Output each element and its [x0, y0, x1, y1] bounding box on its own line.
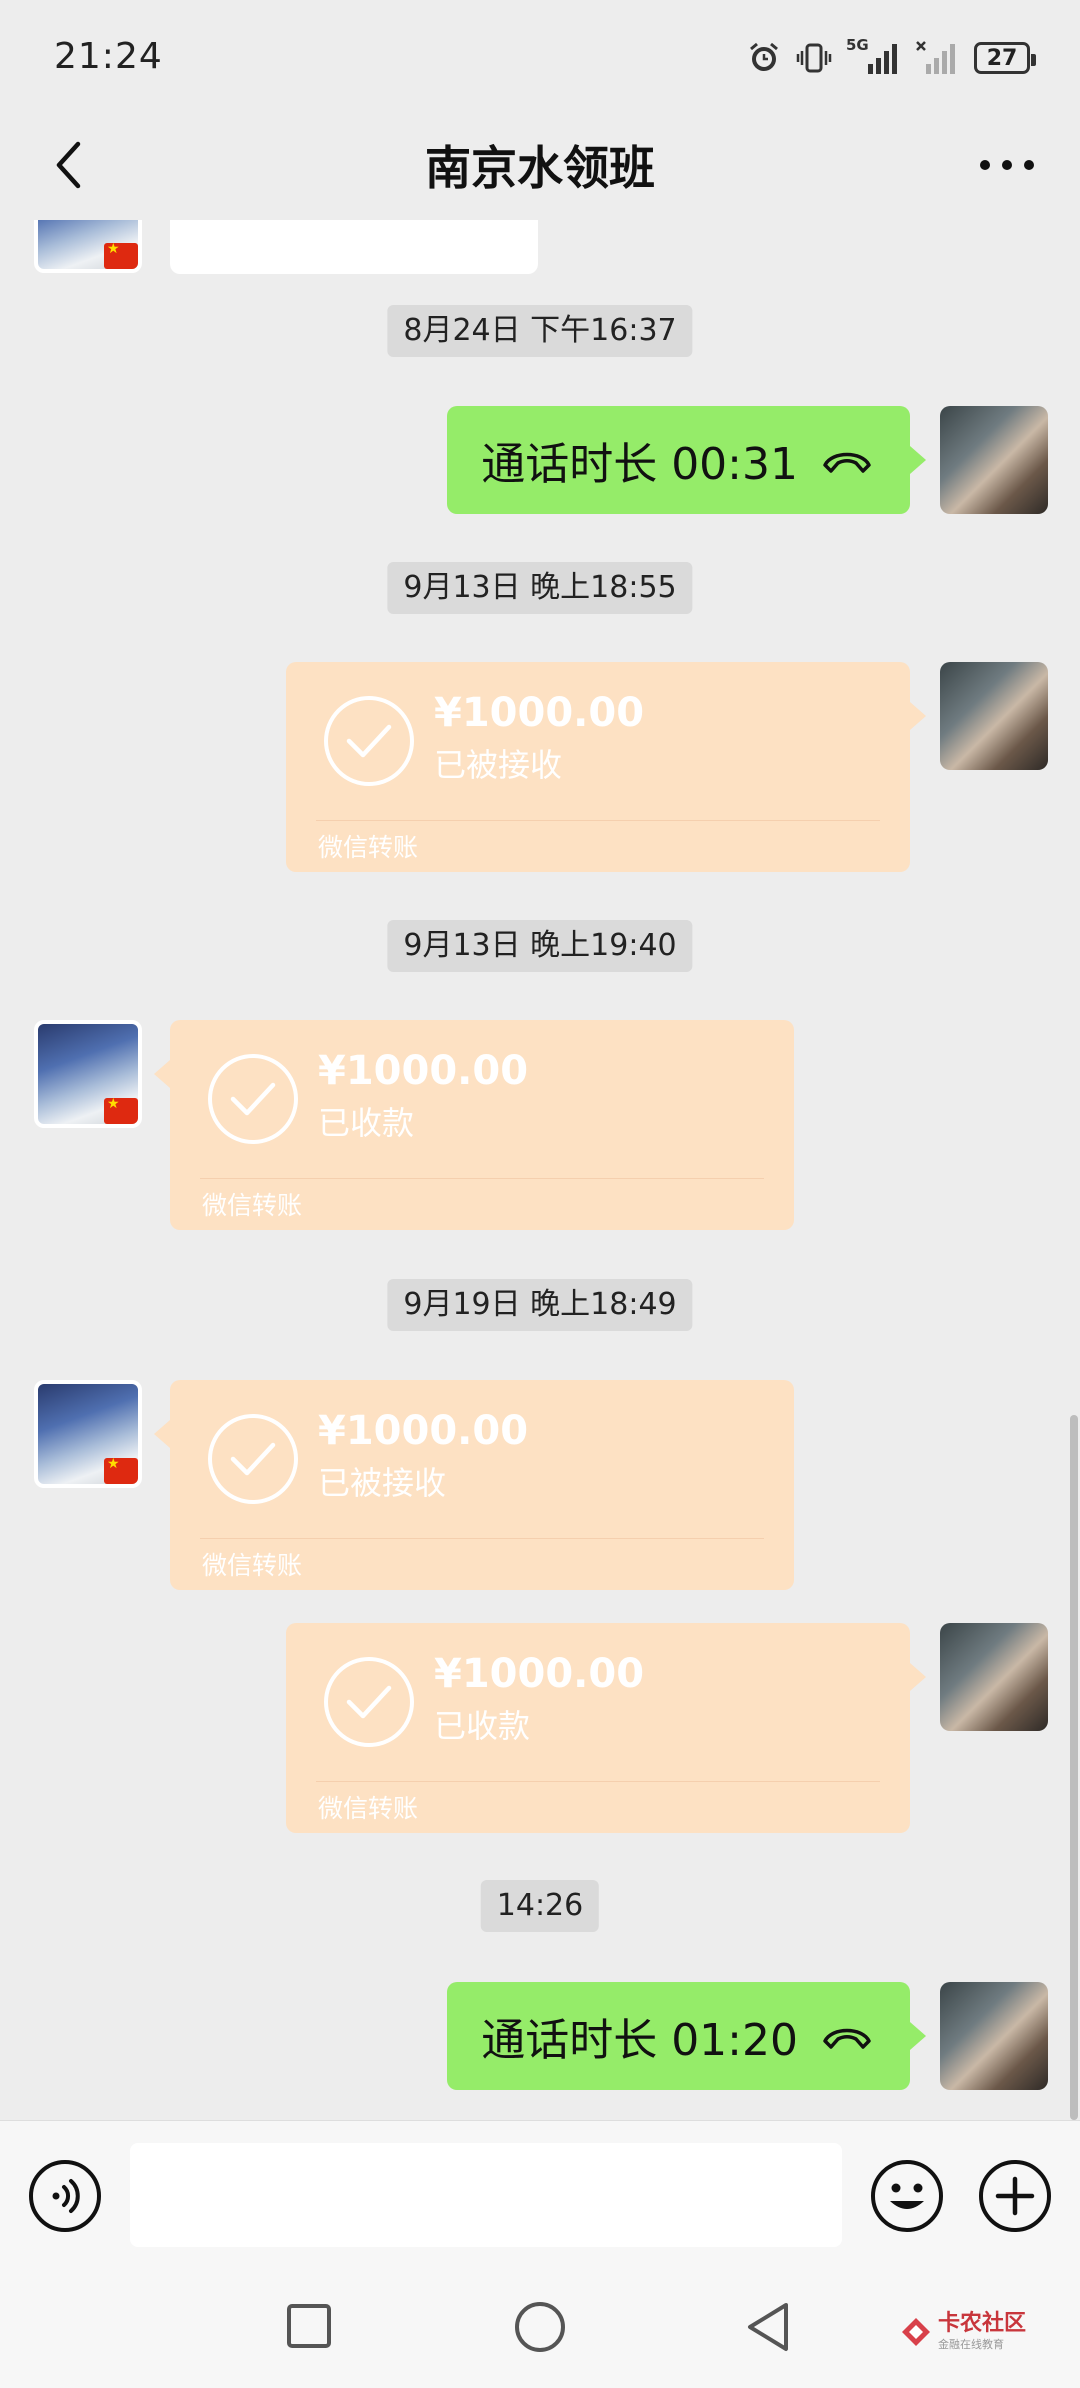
status-icons: 5G 27	[746, 36, 1036, 78]
check-circle-icon	[324, 1657, 414, 1747]
timestamp: 9月13日 晚上18:55	[387, 562, 693, 614]
transfer-label: 微信转账	[318, 1794, 419, 1823]
chat-title: 南京水领班	[425, 141, 655, 195]
signal-off-icon	[916, 41, 955, 74]
call-duration-text: 通话时长 00:31	[481, 439, 798, 490]
my-avatar[interactable]	[940, 406, 1048, 514]
call-bubble[interactable]: 通话时长 01:20	[447, 1982, 926, 2090]
transfer-label: 微信转账	[202, 1551, 303, 1580]
voice-input-icon[interactable]	[28, 2159, 102, 2233]
contact-avatar[interactable]	[34, 220, 142, 273]
battery-icon: 27	[974, 42, 1036, 74]
alarm-icon	[750, 42, 778, 71]
more-dots-icon	[980, 160, 1034, 170]
transfer-status: 已被接收	[318, 1464, 447, 1502]
divider	[316, 1781, 880, 1782]
check-circle-icon	[208, 1054, 298, 1144]
divider	[316, 820, 880, 821]
transfer-bubble[interactable]: ¥1000.00 已被接收 微信转账	[286, 662, 926, 872]
transfer-status: 已收款	[434, 1707, 531, 1745]
transfer-label: 微信转账	[318, 833, 419, 862]
message-input[interactable]	[130, 2143, 842, 2247]
phone-hangup-icon	[823, 2028, 871, 2049]
flag-icon	[104, 1456, 138, 1484]
scrollbar[interactable]	[1070, 1415, 1078, 2120]
system-nav-bar: 卡农社区 金融在线教育	[0, 2262, 1080, 2388]
contact-avatar[interactable]	[34, 1020, 142, 1128]
transfer-amount: ¥1000.00	[318, 1048, 529, 1094]
phone-hangup-icon	[823, 452, 871, 473]
title-bar: 南京水领班	[0, 110, 1080, 220]
transfer-amount: ¥1000.00	[318, 1408, 529, 1454]
transfer-bubble[interactable]: ¥1000.00 已被接收 微信转账	[154, 1380, 794, 1590]
chat-area[interactable]: 8月24日 下午16:37 通话时长 00:31 9月13日 晚上18:55 ¥…	[0, 220, 1080, 2120]
timestamp: 9月19日 晚上18:49	[387, 1279, 693, 1331]
watermark-title: 卡农社区	[938, 2311, 1027, 2336]
flag-icon	[104, 1096, 138, 1124]
transfer-bubble[interactable]: ¥1000.00 已收款 微信转账	[154, 1020, 794, 1230]
timestamp: 14:26	[480, 1880, 600, 1932]
divider	[200, 1538, 764, 1539]
vibrate-icon	[796, 43, 832, 73]
my-avatar[interactable]	[940, 1982, 1048, 2090]
partial-message-bubble[interactable]	[170, 220, 538, 274]
home-icon[interactable]	[513, 2300, 567, 2354]
call-bubble[interactable]: 通话时长 00:31	[447, 406, 926, 514]
watermark-subtitle: 金融在线教育	[938, 2338, 1004, 2351]
check-circle-icon	[324, 696, 414, 786]
input-bar	[0, 2120, 1080, 2262]
back-triangle-icon[interactable]	[742, 2300, 796, 2354]
emoji-icon[interactable]	[870, 2159, 944, 2233]
signal-5g-icon: 5G	[846, 36, 902, 76]
battery-level: 27	[986, 45, 1018, 71]
transfer-status: 已被接收	[434, 746, 563, 784]
contact-avatar[interactable]	[34, 1380, 142, 1488]
transfer-label: 微信转账	[202, 1191, 303, 1220]
transfer-status: 已收款	[318, 1104, 415, 1142]
transfer-bubble[interactable]: ¥1000.00 已收款 微信转账	[286, 1623, 926, 1833]
watermark-logo-icon	[902, 2318, 930, 2346]
timestamp: 9月13日 晚上19:40	[387, 920, 693, 972]
timestamp: 8月24日 下午16:37	[387, 305, 693, 357]
divider	[200, 1178, 764, 1179]
flag-icon	[104, 241, 138, 269]
transfer-amount: ¥1000.00	[434, 1651, 645, 1697]
call-duration-text: 通话时长 01:20	[481, 2015, 798, 2066]
status-bar: 21:24 5G 27	[0, 0, 1080, 110]
my-avatar[interactable]	[940, 662, 1048, 770]
watermark: 卡农社区 金融在线教育	[900, 2312, 1026, 2352]
recents-icon[interactable]	[285, 2302, 333, 2350]
plus-icon[interactable]	[978, 2159, 1052, 2233]
transfer-amount: ¥1000.00	[434, 690, 645, 736]
my-avatar[interactable]	[940, 1623, 1048, 1731]
more-options-button[interactable]	[962, 132, 1052, 198]
check-circle-icon	[208, 1414, 298, 1504]
status-time: 21:24	[54, 36, 163, 77]
